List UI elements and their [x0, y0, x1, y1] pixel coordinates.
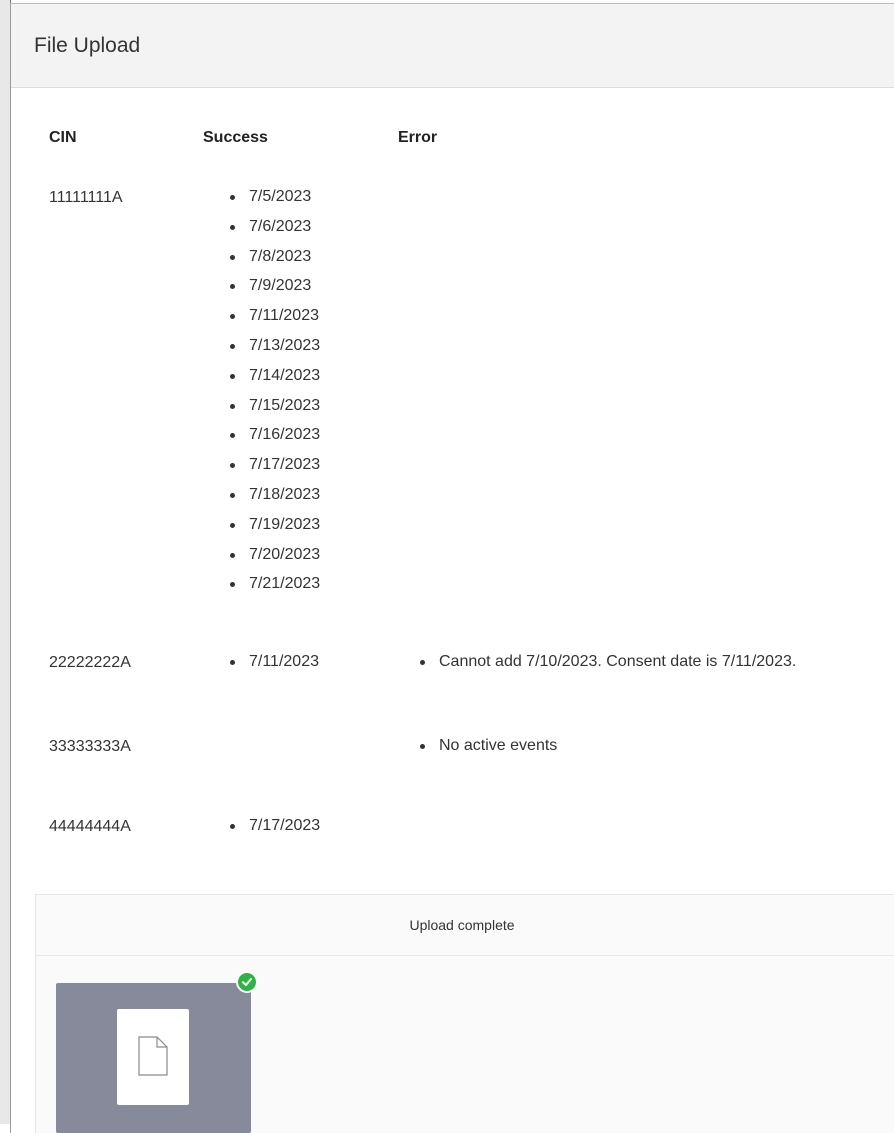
- file-icon: [138, 1036, 168, 1076]
- list-item: 7/18/2023: [223, 480, 320, 510]
- error-list: Cannot add 7/10/2023. Consent date is 7/…: [413, 647, 796, 677]
- table-row-cin: 22222222A: [49, 654, 131, 671]
- table-row-cin: 44444444A: [49, 818, 131, 835]
- file-thumbnail[interactable]: [56, 983, 251, 1133]
- file-preview: [117, 1009, 189, 1105]
- success-list: 7/5/2023 7/6/2023 7/8/2023 7/9/2023 7/11…: [223, 182, 320, 599]
- list-item: 7/21/2023: [223, 569, 320, 599]
- list-item: 7/13/2023: [223, 331, 320, 361]
- list-item: 7/15/2023: [223, 391, 320, 421]
- list-item: No active events: [413, 731, 557, 761]
- list-item: 7/19/2023: [223, 510, 320, 540]
- modal-title: File Upload: [34, 33, 141, 57]
- upload-status: Upload complete: [36, 895, 894, 956]
- table-row-cin: 33333333A: [49, 738, 131, 755]
- check-circle-icon: [236, 971, 258, 993]
- list-item: 7/9/2023: [223, 271, 320, 301]
- list-item: 7/6/2023: [223, 212, 320, 242]
- list-item: 7/11/2023: [223, 647, 319, 677]
- list-item: 7/14/2023: [223, 361, 320, 391]
- list-item: 7/17/2023: [223, 811, 320, 841]
- column-header-error: Error: [398, 129, 438, 146]
- error-list: No active events: [413, 731, 557, 761]
- table-row-cin: 11111111A: [49, 189, 123, 206]
- list-item: 7/20/2023: [223, 540, 320, 570]
- file-upload-modal: File Upload CIN Success Error 11111111A …: [10, 3, 894, 1133]
- list-item: 7/5/2023: [223, 182, 320, 212]
- list-item: 7/17/2023: [223, 450, 320, 480]
- success-list: 7/11/2023: [223, 647, 319, 677]
- column-header-success: Success: [203, 129, 268, 146]
- upload-dropzone[interactable]: Upload complete: [35, 894, 894, 1133]
- column-header-cin: CIN: [49, 129, 77, 146]
- list-item: 7/11/2023: [223, 301, 320, 331]
- list-item: 7/8/2023: [223, 242, 320, 272]
- success-list: 7/17/2023: [223, 811, 320, 841]
- modal-header: File Upload: [11, 4, 894, 88]
- list-item: 7/16/2023: [223, 420, 320, 450]
- list-item: Cannot add 7/10/2023. Consent date is 7/…: [413, 647, 796, 677]
